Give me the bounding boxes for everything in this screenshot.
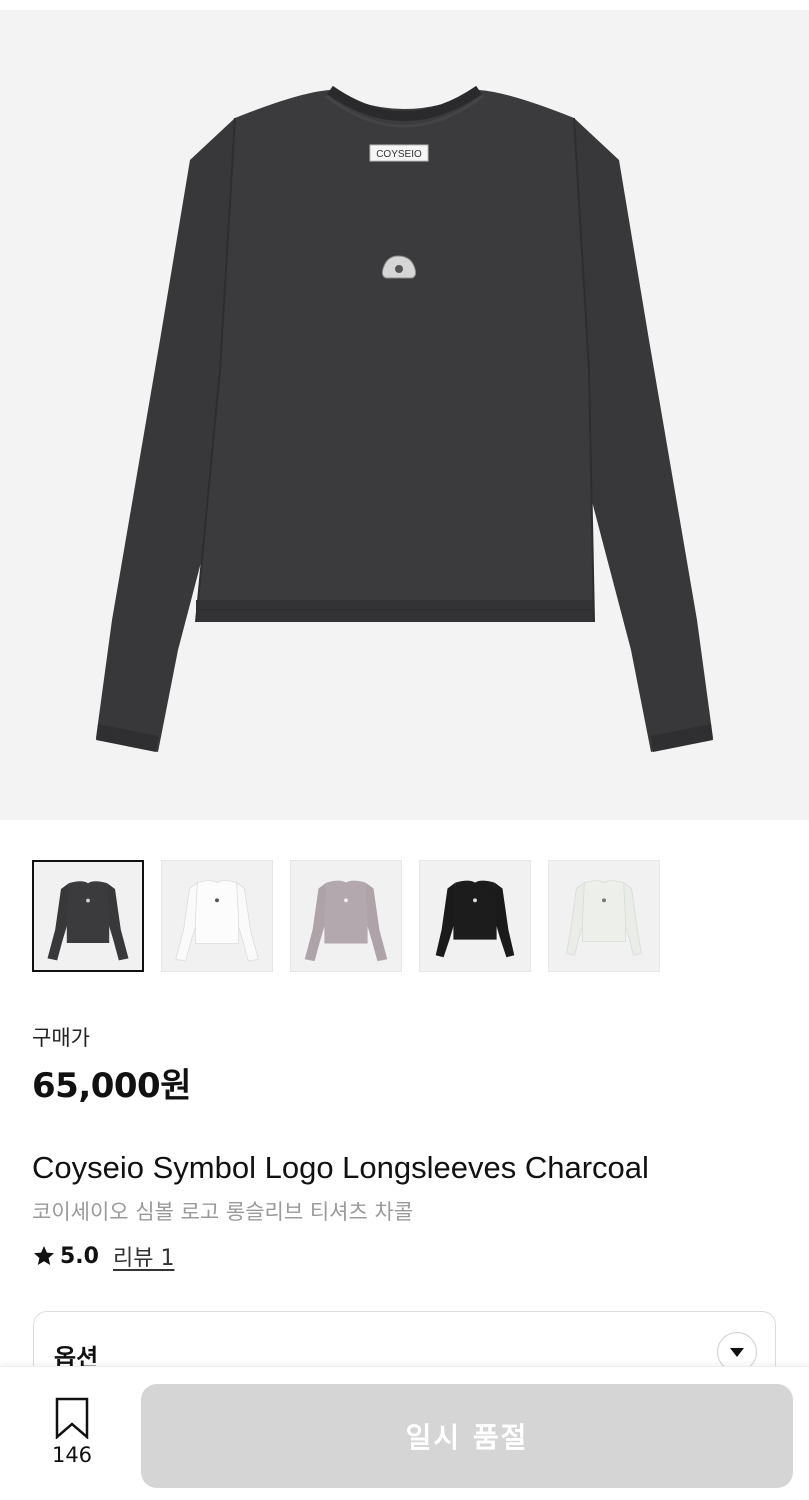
star-icon <box>34 1246 54 1265</box>
bookmark-count: 146 <box>51 1443 93 1467</box>
thumbnail-black[interactable] <box>419 860 531 972</box>
tshirt-illustration: COYSEIO <box>96 85 713 752</box>
soldout-button[interactable]: 일시 품절 <box>141 1384 793 1488</box>
price-label: 구매가 <box>32 1026 90 1050</box>
bookmark-button[interactable]: 146 <box>40 1397 104 1467</box>
product-title-ko: 코이세이오 심볼 로고 롱슬리브 티셔츠 차콜 <box>32 1200 414 1224</box>
rating-score: 5.0 <box>60 1243 99 1269</box>
thumbnail-ivory[interactable] <box>548 860 660 972</box>
product-hero-image: COYSEIO <box>0 10 809 820</box>
product-title-en: Coyseio Symbol Logo Longsleeves Charcoal <box>32 1150 649 1185</box>
thumbnail-white[interactable] <box>161 860 273 972</box>
rating-row: 5.0 리뷰 1 <box>32 1240 174 1272</box>
bookmark-icon <box>55 1397 89 1439</box>
thumbnail-gallery <box>32 860 660 972</box>
bottom-action-bar: 146 일시 품절 <box>0 1366 809 1500</box>
chevron-down-icon <box>730 1348 744 1357</box>
price-value: 65,000원 <box>32 1066 191 1106</box>
review-link[interactable]: 리뷰 1 <box>113 1240 174 1272</box>
thumbnail-lavender[interactable] <box>290 860 402 972</box>
thumbnail-charcoal[interactable] <box>32 860 144 972</box>
neck-label-text: COYSEIO <box>376 149 422 160</box>
